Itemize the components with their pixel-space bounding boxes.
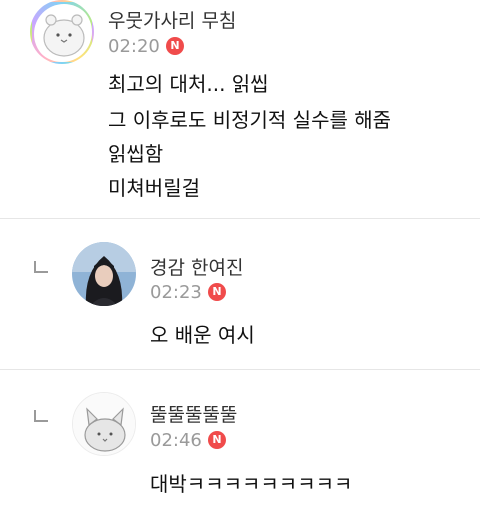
- comment-text-line: 대박ㅋㅋㅋㅋㅋㅋㅋㅋㅋ: [150, 472, 353, 496]
- comment-time: 02:23: [150, 282, 202, 303]
- reply-indicator-icon: [34, 410, 48, 422]
- comment-text-line: 최고의 대처... 읽씹: [108, 72, 269, 96]
- photo-avatar-icon[interactable]: [72, 242, 136, 306]
- comment-author[interactable]: 경감 한여진: [150, 253, 243, 280]
- reply-indicator-icon: [34, 261, 48, 273]
- comment-author[interactable]: 뚤뚤뚤뚤뚤: [150, 400, 237, 427]
- comment-text-line: 읽씹함: [108, 142, 164, 166]
- new-badge: N: [166, 37, 184, 55]
- comment-text-line: 미쳐버릴걸: [108, 176, 200, 200]
- comment-time: 02:20: [108, 36, 160, 57]
- comment-2-reply: 경감 한여진 02:23 N 오 배운 여시: [0, 219, 480, 369]
- hamster-avatar-icon[interactable]: [30, 0, 94, 64]
- comment-text-line: 오 배운 여시: [150, 323, 255, 347]
- new-badge: N: [208, 431, 226, 449]
- cat-avatar-icon[interactable]: [72, 392, 136, 456]
- comment-time: 02:46: [150, 430, 202, 451]
- comment-1: 우뭇가사리 무침 02:20 N 최고의 대처... 읽씹 그 이후로도 비정기…: [0, 0, 480, 218]
- comment-author[interactable]: 우뭇가사리 무침: [108, 6, 236, 33]
- comment-text-line: 그 이후로도 비정기적 실수를 해줌: [108, 108, 392, 132]
- comment-3-reply: 뚤뚤뚤뚤뚤 02:46 N 대박ㅋㅋㅋㅋㅋㅋㅋㅋㅋ: [0, 370, 480, 514]
- new-badge: N: [208, 283, 226, 301]
